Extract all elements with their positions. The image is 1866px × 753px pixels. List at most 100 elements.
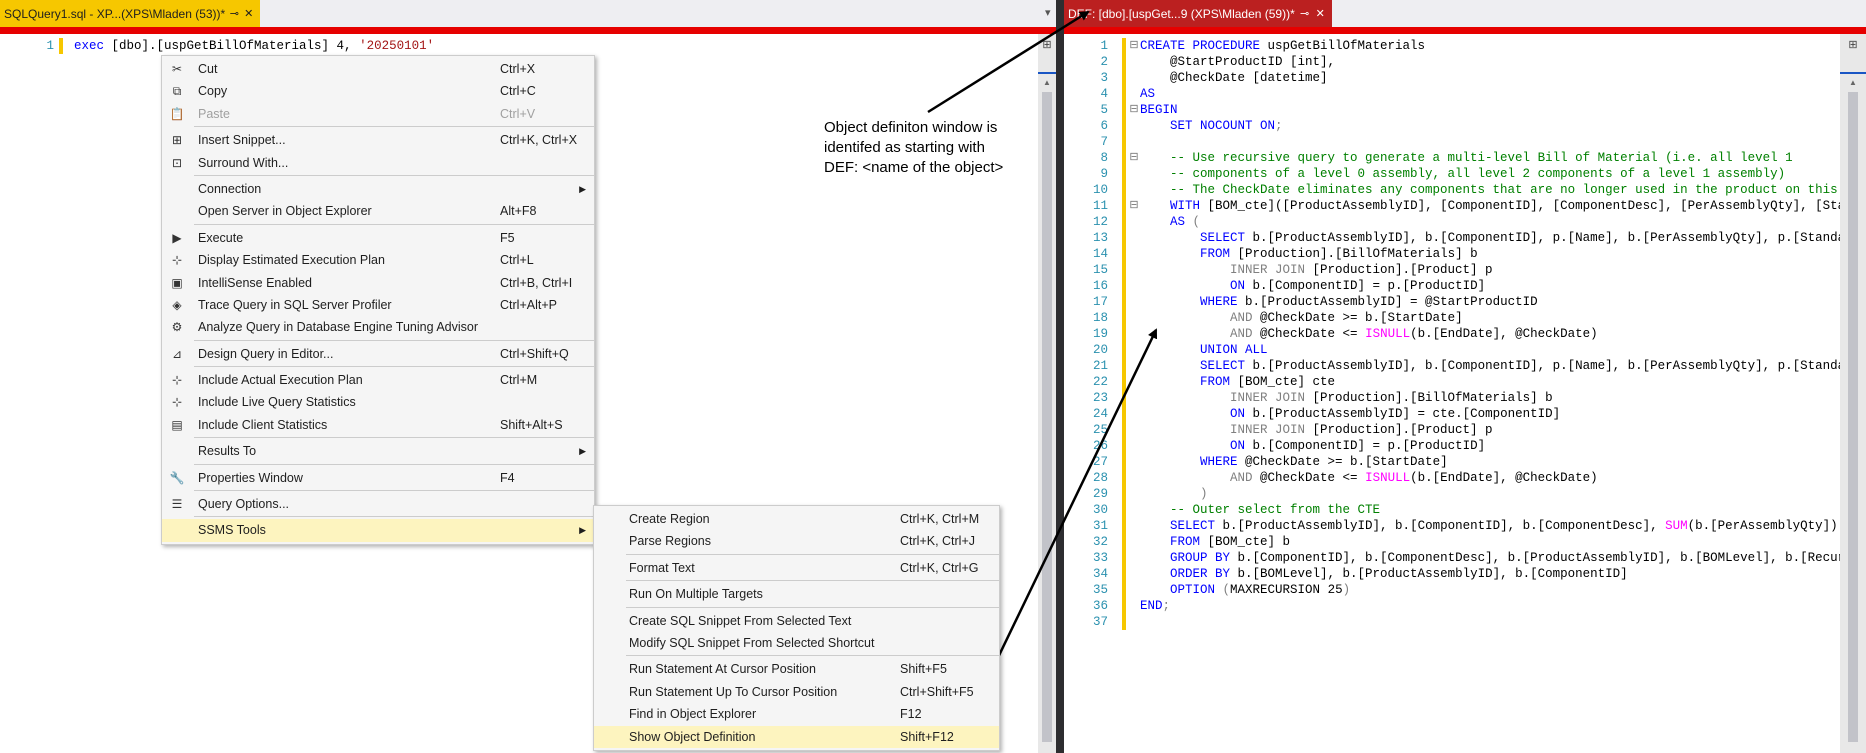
menu-item-results-to[interactable]: Results To ▶ <box>162 440 594 462</box>
menu-item-label: Run Statement Up To Cursor Position <box>629 684 838 699</box>
submenu-arrow-icon: ▶ <box>579 446 586 457</box>
menu-item-label: Properties Window <box>198 470 303 485</box>
menu-item-copy[interactable]: ⧉ Copy Ctrl+C <box>162 80 594 102</box>
menu-item-shortcut: Alt+F8 <box>500 204 537 219</box>
menu-item-shortcut: Ctrl+X <box>500 62 536 76</box>
menu-item-parse-regions[interactable]: Parse Regions Ctrl+K, Ctrl+J <box>594 530 999 552</box>
menu-item-open-server-in-object-explorer[interactable]: Open Server in Object Explorer Alt+F8 <box>162 200 594 222</box>
menu-item-label: Modify SQL Snippet From Selected Shortcu… <box>629 635 875 650</box>
menu-item-shortcut: Ctrl+K, Ctrl+J <box>900 534 976 549</box>
menu-item-run-statement-at-cursor-position[interactable]: Run Statement At Cursor Position Shift+F5 <box>594 658 999 680</box>
menu-item-run-statement-up-to-cursor-position[interactable]: Run Statement Up To Cursor Position Ctrl+… <box>594 681 999 703</box>
menu-item-include-client-statistics[interactable]: ▤ Include Client Statistics Shift+Alt+S <box>162 414 594 436</box>
menu-item-label: Include Client Statistics <box>198 417 328 432</box>
menu-item-execute[interactable]: ▶ Execute F5 <box>162 227 594 249</box>
menu-icon: ⊹ <box>171 373 183 388</box>
menu-item-ssms-tools[interactable]: SSMS Tools ▶ <box>162 519 594 542</box>
menu-item-label: Execute <box>198 230 244 245</box>
menu-item-label: Display Estimated Execution Plan <box>198 253 385 268</box>
submenu-arrow-icon: ▶ <box>579 183 586 194</box>
menu-separator <box>194 223 594 226</box>
menu-item-shortcut: Ctrl+B, Ctrl+I <box>500 275 573 290</box>
menu-icon: ⊡ <box>171 155 183 170</box>
menu-icon: ⧉ <box>172 84 182 99</box>
menu-separator <box>626 553 999 556</box>
menu-item-shortcut: Ctrl+M <box>500 373 538 388</box>
menu-item-analyze-query-in-database-engine-tuning-advisor[interactable]: ⚙ Analyze Query in Database Engine Tuning… <box>162 316 594 338</box>
menu-item-shortcut: Ctrl+K, Ctrl+G <box>900 560 979 575</box>
menu-item-label: Run Statement At Cursor Position <box>629 662 816 677</box>
context-menu: ✂ Cut Ctrl+X ⧉ Copy Ctrl+C 📋 Paste Ctrl+V ⊞ Insert… <box>161 55 595 545</box>
menu-item-label: Parse Regions <box>629 534 711 549</box>
menu-item-find-in-object-explorer[interactable]: Find in Object Explorer F12 <box>594 703 999 725</box>
menu-item-include-live-query-statistics[interactable]: ⊹ Include Live Query Statistics <box>162 391 594 413</box>
menu-item-shortcut: Ctrl+K, Ctrl+X <box>500 133 578 148</box>
menu-item-intellisense-enabled[interactable]: ▣ IntelliSense Enabled Ctrl+B, Ctrl+I <box>162 272 594 294</box>
menu-item-paste[interactable]: 📋 Paste Ctrl+V <box>162 103 594 125</box>
menu-icon: ⊞ <box>171 133 183 148</box>
menu-item-insert-snippet[interactable]: ⊞ Insert Snippet... Ctrl+K, Ctrl+X <box>162 129 594 151</box>
menu-item-label: IntelliSense Enabled <box>198 275 312 290</box>
menu-item-shortcut: Ctrl+Alt+P <box>500 297 557 312</box>
menu-item-label: Format Text <box>629 560 695 575</box>
menu-item-trace-query-in-sql-server-profiler[interactable]: ◈ Trace Query in SQL Server Profiler Ctrl+… <box>162 294 594 316</box>
menu-item-surround-with[interactable]: ⊡ Surround With... <box>162 152 594 174</box>
menu-icon: ☰ <box>171 497 183 512</box>
menu-item-show-object-definition[interactable]: Show Object Definition Shift+F12 <box>594 725 999 748</box>
ssms-window: SQLQuery1.sql - XP...(XPS\Mladen (53))* … <box>0 0 1866 753</box>
menu-item-shortcut: F4 <box>500 470 515 485</box>
menu-item-cut[interactable]: ✂ Cut Ctrl+X <box>162 58 594 80</box>
menu-item-label: SSMS Tools <box>198 523 266 538</box>
menu-item-shortcut: F5 <box>500 230 515 245</box>
menu-icon: ✂ <box>171 62 183 76</box>
menu-separator <box>194 126 594 128</box>
menu-item-create-sql-snippet-from-selected-text[interactable]: Create SQL Snippet From Selected Text <box>594 610 999 632</box>
menu-item-label: Insert Snippet... <box>198 133 286 148</box>
menu-separator <box>194 366 594 368</box>
menu-icon: ▶ <box>172 230 182 245</box>
menu-item-run-on-multiple-targets[interactable]: Run On Multiple Targets <box>594 583 999 605</box>
menu-item-modify-sql-snippet-from-selected-shortcut[interactable]: Modify SQL Snippet From Selected Shortcu… <box>594 632 999 654</box>
menu-item-shortcut: Ctrl+K, Ctrl+M <box>900 512 980 526</box>
menu-item-design-query-in-editor[interactable]: ⊿ Design Query in Editor... Ctrl+Shift+Q <box>162 343 594 365</box>
menu-item-shortcut: Shift+F12 <box>900 729 954 744</box>
menu-item-label: Open Server in Object Explorer <box>198 204 372 219</box>
menu-item-label: Analyze Query in Database Engine Tuning … <box>198 320 479 335</box>
menu-item-label: Copy <box>198 84 228 99</box>
menu-item-properties-window[interactable]: 🔧 Properties Window F4 <box>162 467 594 489</box>
menu-separator <box>194 174 594 177</box>
menu-item-display-estimated-execution-plan[interactable]: ⊹ Display Estimated Execution Plan Ctrl+L <box>162 249 594 271</box>
menu-item-format-text[interactable]: Format Text Ctrl+K, Ctrl+G <box>594 557 999 579</box>
menu-separator <box>194 339 594 342</box>
menu-item-label: Query Options... <box>198 497 290 512</box>
menu-item-label: Run On Multiple Targets <box>629 587 763 602</box>
menu-separator <box>626 655 999 657</box>
menu-item-label: Connection <box>198 181 262 196</box>
menu-item-label: Create Region <box>629 512 710 526</box>
menu-item-label: Paste <box>198 106 230 121</box>
menu-item-label: Results To <box>198 444 257 459</box>
menu-item-label: Cut <box>198 62 218 76</box>
menu-item-include-actual-execution-plan[interactable]: ⊹ Include Actual Execution Plan Ctrl+M <box>162 369 594 391</box>
menu-icon: ⊿ <box>171 346 183 361</box>
menu-item-shortcut: Ctrl+Shift+F5 <box>900 684 974 699</box>
menu-separator <box>194 516 594 518</box>
menu-item-label: Design Query in Editor... <box>198 346 334 361</box>
submenu-arrow-icon: ▶ <box>579 525 586 536</box>
ssms-tools-submenu: Create Region Ctrl+K, Ctrl+M Parse Regions… <box>593 505 1000 751</box>
menu-icon: ⚙ <box>171 320 183 335</box>
menu-item-query-options[interactable]: ☰ Query Options... <box>162 493 594 515</box>
menu-icon: ⊹ <box>171 253 183 268</box>
menu-item-label: Include Live Query Statistics <box>198 395 356 410</box>
menu-item-label: Surround With... <box>198 155 289 170</box>
menu-item-label: Include Actual Execution Plan <box>198 373 363 388</box>
menu-icon: ◈ <box>172 297 182 312</box>
menu-separator <box>626 606 999 609</box>
menu-item-label: Create SQL Snippet From Selected Text <box>629 613 852 628</box>
menu-item-create-region[interactable]: Create Region Ctrl+K, Ctrl+M <box>594 508 999 530</box>
arrow-to-def-tab <box>927 10 1090 114</box>
menu-item-label: Find in Object Explorer <box>629 707 757 722</box>
menu-item-connection[interactable]: Connection ▶ <box>162 178 594 200</box>
menu-separator <box>194 490 594 492</box>
menu-item-label: Trace Query in SQL Server Profiler <box>198 297 392 312</box>
